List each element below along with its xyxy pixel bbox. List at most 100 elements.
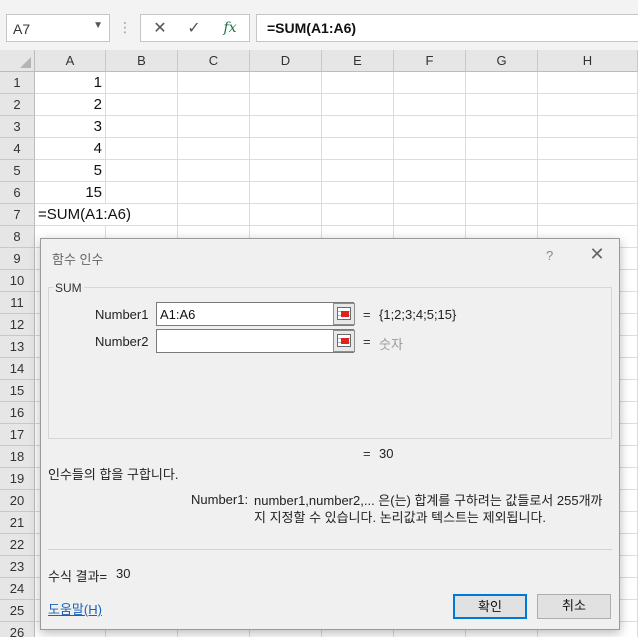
cell-g5[interactable]: [466, 160, 538, 182]
cell-d5[interactable]: [250, 160, 322, 182]
select-all-corner[interactable]: [0, 50, 35, 72]
ok-button[interactable]: 확인: [453, 594, 527, 619]
cell-h7[interactable]: [538, 204, 638, 226]
cell-f3[interactable]: [394, 116, 466, 138]
cell-f2[interactable]: [394, 94, 466, 116]
cell-h6[interactable]: [538, 182, 638, 204]
cell-h3[interactable]: [538, 116, 638, 138]
cell-a4[interactable]: 4: [35, 138, 106, 160]
row-header-12[interactable]: 12: [0, 314, 35, 336]
cell-f1[interactable]: [394, 72, 466, 94]
row-header-7[interactable]: 7: [0, 204, 35, 226]
row-header-24[interactable]: 24: [0, 578, 35, 600]
range-select-button[interactable]: [333, 303, 355, 325]
cell-e6[interactable]: [322, 182, 394, 204]
column-header-b[interactable]: B: [106, 50, 178, 72]
cell-c5[interactable]: [178, 160, 250, 182]
help-icon[interactable]: ?: [546, 248, 553, 263]
cell-g6[interactable]: [466, 182, 538, 204]
number1-input[interactable]: A1:A6: [156, 302, 354, 326]
cancel-button[interactable]: 취소: [537, 594, 611, 619]
row-header-9[interactable]: 9: [0, 248, 35, 270]
cell-a3[interactable]: 3: [35, 116, 106, 138]
cell-e1[interactable]: [322, 72, 394, 94]
cell-a5[interactable]: 5: [35, 160, 106, 182]
cell-d1[interactable]: [250, 72, 322, 94]
cell-d7[interactable]: [250, 204, 322, 226]
chevron-down-icon[interactable]: ▼: [93, 20, 103, 31]
cell-a2[interactable]: 2: [35, 94, 106, 116]
range-select-button[interactable]: [333, 330, 355, 352]
row-header-8[interactable]: 8: [0, 226, 35, 248]
cell-e2[interactable]: [322, 94, 394, 116]
cell-b5[interactable]: [106, 160, 178, 182]
cell-c4[interactable]: [178, 138, 250, 160]
row-header-3[interactable]: 3: [0, 116, 35, 138]
column-header-e[interactable]: E: [322, 50, 394, 72]
cell-d6[interactable]: [250, 182, 322, 204]
column-header-d[interactable]: D: [250, 50, 322, 72]
cell-e7[interactable]: [322, 204, 394, 226]
cell-a6[interactable]: 15: [35, 182, 106, 204]
column-header-f[interactable]: F: [394, 50, 466, 72]
cell-g2[interactable]: [466, 94, 538, 116]
row-header-2[interactable]: 2: [0, 94, 35, 116]
row-header-13[interactable]: 13: [0, 336, 35, 358]
cell-b6[interactable]: [106, 182, 178, 204]
cell-e5[interactable]: [322, 160, 394, 182]
cell-d4[interactable]: [250, 138, 322, 160]
cell-c1[interactable]: [178, 72, 250, 94]
cell-h5[interactable]: [538, 160, 638, 182]
cell-a1[interactable]: 1: [35, 72, 106, 94]
insert-function-icon[interactable]: fx: [219, 20, 241, 36]
cell-c7[interactable]: [178, 204, 250, 226]
row-header-5[interactable]: 5: [0, 160, 35, 182]
row-header-25[interactable]: 25: [0, 600, 35, 622]
cell-d2[interactable]: [250, 94, 322, 116]
row-header-1[interactable]: 1: [0, 72, 35, 94]
row-header-20[interactable]: 20: [0, 490, 35, 512]
cell-g7[interactable]: [466, 204, 538, 226]
row-header-10[interactable]: 10: [0, 270, 35, 292]
row-header-23[interactable]: 23: [0, 556, 35, 578]
formula-input[interactable]: =SUM(A1:A6): [256, 14, 638, 42]
checkmark-icon[interactable]: ✓: [183, 18, 205, 38]
cell-b4[interactable]: [106, 138, 178, 160]
cell-g3[interactable]: [466, 116, 538, 138]
cell-b1[interactable]: [106, 72, 178, 94]
cell-c2[interactable]: [178, 94, 250, 116]
row-header-11[interactable]: 11: [0, 292, 35, 314]
help-link[interactable]: 도움말(H): [48, 599, 102, 618]
row-header-19[interactable]: 19: [0, 468, 35, 490]
cell-e3[interactable]: [322, 116, 394, 138]
row-header-22[interactable]: 22: [0, 534, 35, 556]
row-header-15[interactable]: 15: [0, 380, 35, 402]
cell-f5[interactable]: [394, 160, 466, 182]
row-header-16[interactable]: 16: [0, 402, 35, 424]
row-header-18[interactable]: 18: [0, 446, 35, 468]
row-header-17[interactable]: 17: [0, 424, 35, 446]
cell-g4[interactable]: [466, 138, 538, 160]
row-header-21[interactable]: 21: [0, 512, 35, 534]
close-icon[interactable]: ✕: [586, 244, 608, 265]
cell-f7[interactable]: [394, 204, 466, 226]
row-header-14[interactable]: 14: [0, 358, 35, 380]
cell-h1[interactable]: [538, 72, 638, 94]
column-header-h[interactable]: H: [538, 50, 638, 72]
cell-c6[interactable]: [178, 182, 250, 204]
row-header-26[interactable]: 26: [0, 622, 35, 637]
number2-input[interactable]: [156, 329, 354, 353]
cell-d3[interactable]: [250, 116, 322, 138]
cell-c3[interactable]: [178, 116, 250, 138]
cell-f4[interactable]: [394, 138, 466, 160]
close-icon[interactable]: ✕: [149, 18, 171, 38]
cell-a7[interactable]: =SUM(A1:A6): [35, 204, 131, 226]
name-box[interactable]: A7 ▼: [6, 14, 110, 42]
cell-g1[interactable]: [466, 72, 538, 94]
row-header-4[interactable]: 4: [0, 138, 35, 160]
cell-b3[interactable]: [106, 116, 178, 138]
cell-b2[interactable]: [106, 94, 178, 116]
row-header-6[interactable]: 6: [0, 182, 35, 204]
cell-h2[interactable]: [538, 94, 638, 116]
cell-e4[interactable]: [322, 138, 394, 160]
